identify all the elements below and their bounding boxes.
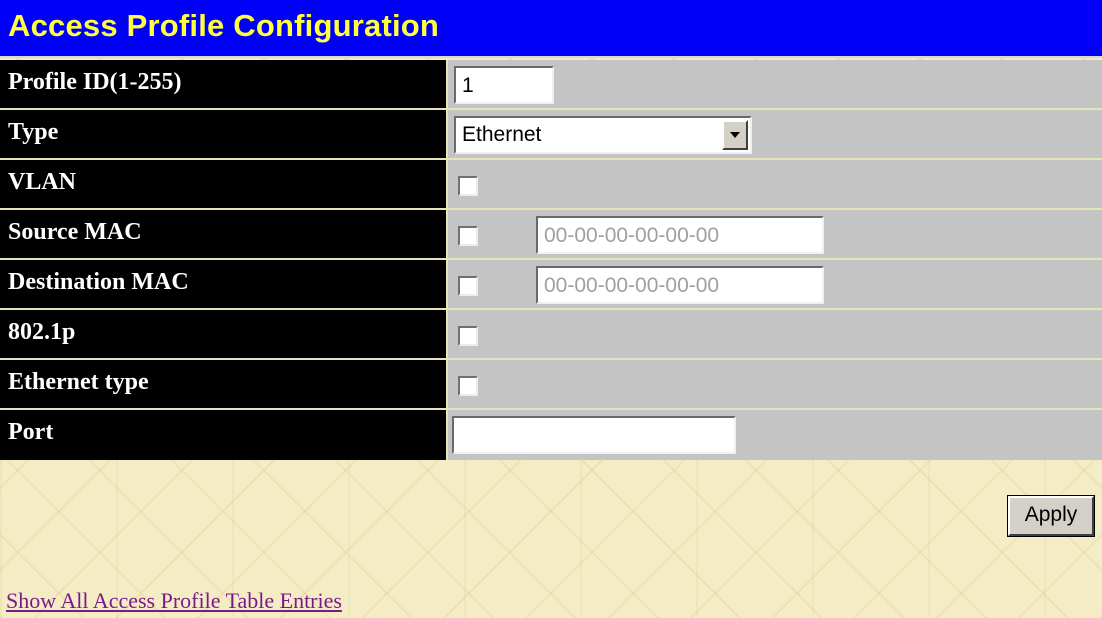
ethernet-type-value-cell [448,360,1102,408]
dot1p-row: 802.1p [0,310,1102,360]
vlan-label-cell: VLAN [0,160,448,208]
destination-mac-label: Destination MAC [8,269,189,295]
select-dropdown-button[interactable] [722,120,748,150]
source-mac-mask-input[interactable]: 00-00-00-00-00-00 [536,216,824,254]
ethernet-type-label: Ethernet type [8,369,149,395]
destination-mac-label-cell: Destination MAC [0,260,448,308]
ethernet-type-row: Ethernet type [0,360,1102,410]
dot1p-label: 802.1p [8,319,76,345]
port-input[interactable] [452,416,736,454]
profile-id-row: Profile ID(1-255) 1 [0,60,1102,110]
vlan-value-cell [448,160,1102,208]
dot1p-checkbox[interactable] [458,326,478,346]
port-label: Port [8,419,54,445]
profile-id-label-cell: Profile ID(1-255) [0,60,448,108]
show-all-entries-link[interactable]: Show All Access Profile Table Entries [6,588,342,614]
chevron-down-icon [730,132,740,138]
vlan-label: VLAN [8,169,77,195]
destination-mac-mask-input[interactable]: 00-00-00-00-00-00 [536,266,824,304]
destination-mac-row: Destination MAC 00-00-00-00-00-00 [0,260,1102,310]
type-select[interactable]: Ethernet [454,116,752,154]
page-title: Access Profile Configuration [8,8,440,43]
destination-mac-checkbox[interactable] [458,276,478,296]
ethernet-type-label-cell: Ethernet type [0,360,448,408]
destination-mac-value-cell: 00-00-00-00-00-00 [448,260,1102,308]
vlan-checkbox[interactable] [458,176,478,196]
source-mac-value-cell: 00-00-00-00-00-00 [448,210,1102,258]
source-mac-label-cell: Source MAC [0,210,448,258]
port-value-cell [448,410,1102,460]
type-select-value: Ethernet [462,123,542,146]
profile-id-label: Profile ID(1-255) [8,69,182,95]
type-label: Type [8,119,59,145]
access-profile-page: Access Profile Configuration Profile ID(… [0,0,1102,618]
ethernet-type-checkbox[interactable] [458,376,478,396]
profile-id-input[interactable]: 1 [454,66,554,104]
profile-id-value-cell: 1 [448,60,1102,108]
type-value-cell: Ethernet [448,110,1102,158]
port-label-cell: Port [0,410,448,460]
type-label-cell: Type [0,110,448,158]
apply-button[interactable]: Apply [1008,496,1094,536]
config-table: Profile ID(1-255) 1 Type Ethernet VLAN S… [0,60,1102,460]
vlan-row: VLAN [0,160,1102,210]
dot1p-value-cell [448,310,1102,358]
dot1p-label-cell: 802.1p [0,310,448,358]
type-row: Type Ethernet [0,110,1102,160]
title-bar: Access Profile Configuration [0,0,1102,58]
source-mac-checkbox[interactable] [458,226,478,246]
source-mac-label: Source MAC [8,219,142,245]
source-mac-row: Source MAC 00-00-00-00-00-00 [0,210,1102,260]
port-row: Port [0,410,1102,460]
